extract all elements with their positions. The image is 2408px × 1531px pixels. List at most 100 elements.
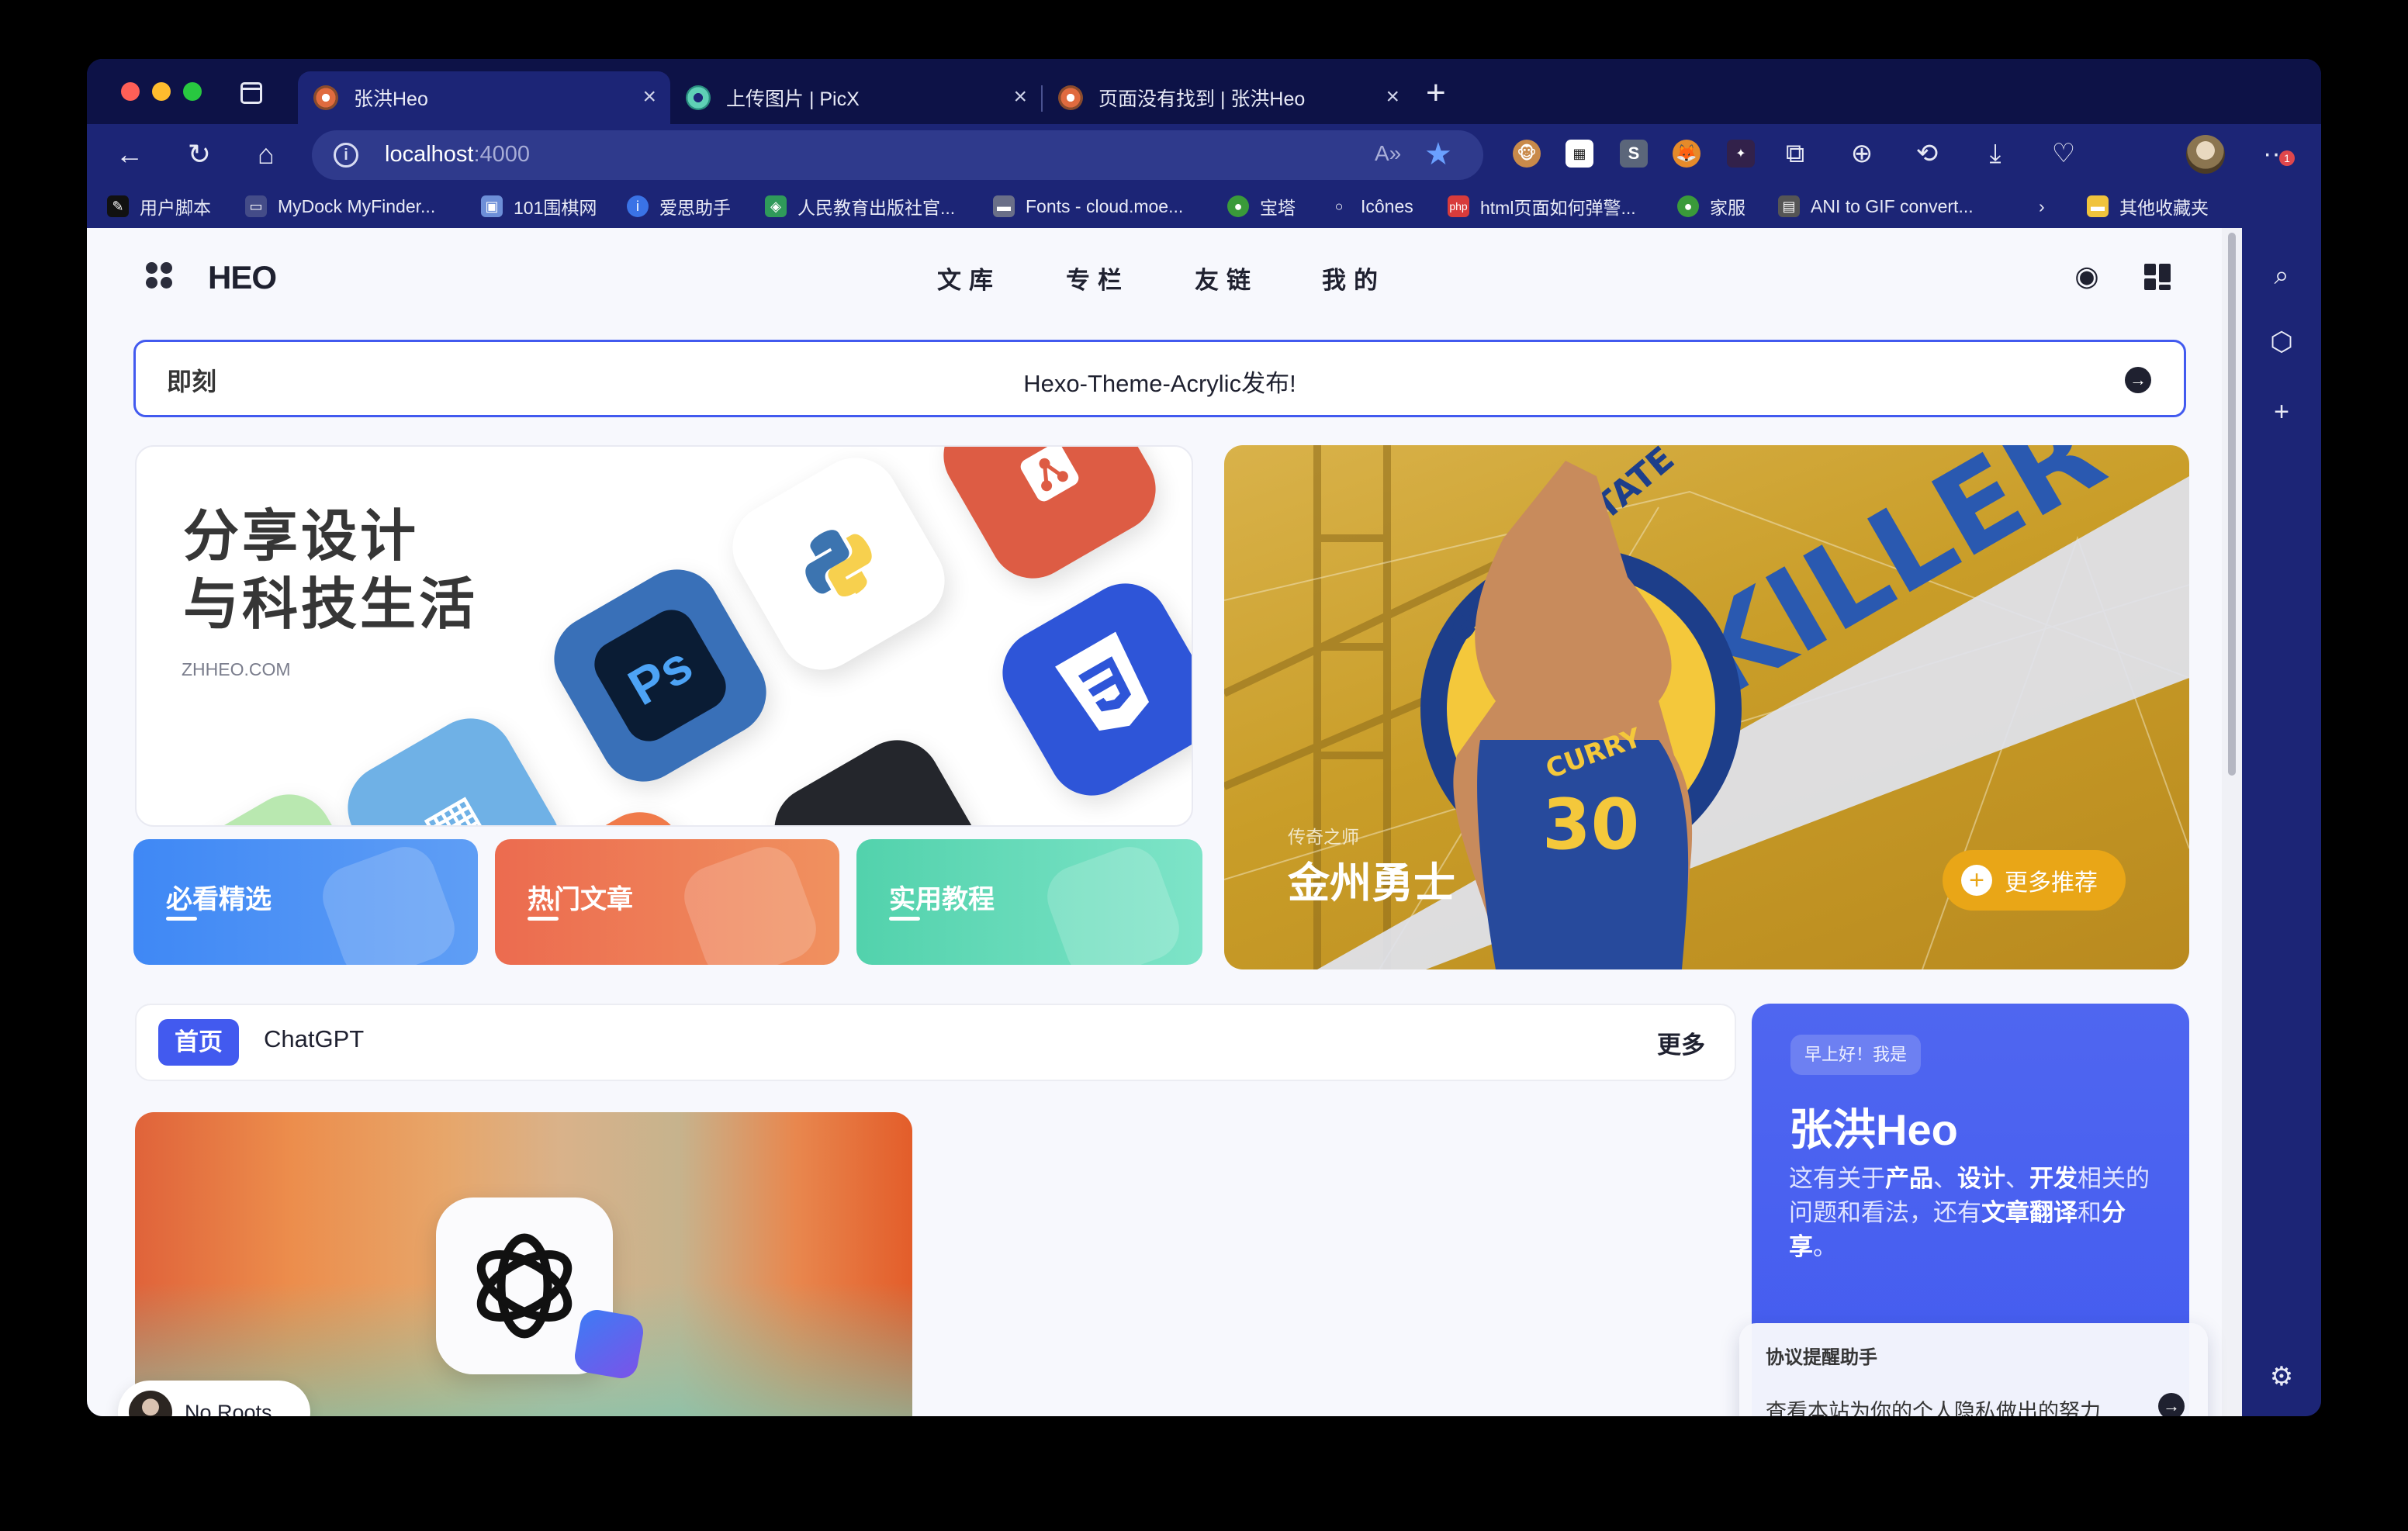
menu-dots-icon[interactable] (146, 262, 172, 289)
docker-icon: ▦ (331, 702, 576, 825)
search-icon[interactable]: ⌕ (2262, 256, 2301, 295)
bookmark-item[interactable]: ▬ Fonts - cloud.moe... (993, 192, 1183, 220)
home-icon[interactable]: ⌂ (247, 135, 285, 174)
url-text[interactable]: localhost:4000 (385, 142, 530, 168)
site-header: HEO 文库 专栏 友链 我的 ◉ (87, 228, 2220, 321)
bookmark-item[interactable]: i 爱思助手 (627, 192, 731, 220)
browser-essentials-icon[interactable]: ♡ (2046, 137, 2081, 171)
site-info-icon[interactable]: i (334, 143, 358, 168)
settings-gear-icon[interactable]: ⚙ (2262, 1357, 2301, 1396)
favorite-star-icon[interactable]: ★ (1424, 137, 1452, 172)
tab-home[interactable]: 首页 (158, 1019, 239, 1066)
bookmark-item[interactable]: ▤ ANI to GIF convert... (1778, 192, 1974, 220)
category-underline (889, 917, 920, 921)
read-aloud-icon[interactable]: A» (1375, 141, 1401, 166)
browser-window: 张洪Heo × 上传图片 | PicX × 页面没有找到 | 张洪Heo × +… (87, 59, 2321, 1416)
nav-item-mine[interactable]: 我的 (1322, 261, 1386, 295)
s-extension-icon[interactable]: S (1620, 140, 1648, 168)
back-arrow-icon[interactable]: ← (110, 135, 149, 174)
web-page: HEO 文库 专栏 友链 我的 ◉ 即刻 Hexo-Theme-Acrylic发… (87, 228, 2242, 1416)
close-tab-icon[interactable]: × (642, 85, 656, 109)
downloads-icon[interactable]: ⤓ (1978, 137, 2012, 171)
tab-zhanghongheo[interactable]: 张洪Heo × (298, 71, 670, 124)
announcement-bar[interactable]: 即刻 Hexo-Theme-Acrylic发布! → (133, 340, 2186, 417)
more-recommend-button[interactable]: + 更多推荐 (1943, 850, 2126, 911)
reload-icon[interactable]: ↻ (180, 135, 219, 174)
monkey-extension-icon[interactable]: 🐵 (1513, 140, 1541, 168)
tab-chatgpt[interactable]: ChatGPT (264, 1025, 364, 1053)
bookmark-item[interactable]: ○ Icônes (1328, 192, 1413, 220)
python-icon (716, 447, 961, 686)
tab-picx[interactable]: 上传图片 | PicX × (670, 71, 1041, 124)
category-label: 热门文章 (528, 885, 633, 914)
category-tab-bar: 首页 ChatGPT 更多 (135, 1004, 1736, 1081)
dashboard-grid-icon[interactable] (2144, 264, 2171, 290)
category-hot-posts[interactable]: 热门文章 (495, 839, 839, 965)
tab-title: 上传图片 | PicX (726, 88, 860, 110)
history-icon[interactable]: ⟲ (1910, 137, 1944, 171)
django-icon: dc (758, 724, 1003, 825)
bookmark-item[interactable]: ● 宝塔 (1227, 192, 1296, 220)
post-card[interactable] (135, 1112, 912, 1416)
greeting-badge: 早上好！我是 (1790, 1035, 1922, 1075)
announcement-text[interactable]: Hexo-Theme-Acrylic发布! (136, 364, 2184, 399)
picx-favicon-icon (686, 85, 711, 110)
scrollbar-thumb[interactable] (2228, 233, 2236, 776)
tab-actions-icon[interactable] (240, 82, 262, 104)
bookmark-item[interactable]: ▭ MyDock MyFinder... (245, 192, 435, 220)
bookmark-item[interactable]: ▣ 101围棋网 (481, 192, 597, 220)
more-link[interactable]: 更多 (1657, 1025, 1705, 1060)
popup-title: 协议提醒助手 (1766, 1347, 1877, 1368)
copilot-icon[interactable]: ⬡ (2262, 323, 2301, 361)
rss-icon[interactable]: ◉ (2070, 259, 2104, 293)
tab-strip: 张洪Heo × 上传图片 | PicX × 页面没有找到 | 张洪Heo × + (87, 59, 2321, 124)
category-deco-icon (1038, 839, 1188, 965)
extensions-icon[interactable]: ⧉ (1778, 137, 1812, 171)
hero-banner[interactable]: 分享设计与科技生活 ZHHEO.COM Ps ▦ dc (135, 445, 1193, 827)
heo-favicon-icon (1058, 85, 1083, 110)
tab-not-found[interactable]: 页面没有找到 | 张洪Heo × (1043, 71, 1413, 124)
category-must-read[interactable]: 必看精选 (133, 839, 478, 965)
privacy-popup[interactable]: 协议提醒助手 查看本站为你的个人隐私做出的努力 → (1739, 1323, 2208, 1416)
new-tab-button[interactable]: + (1426, 76, 1446, 110)
popup-text[interactable]: 查看本站为你的个人隐私做出的努力 (1766, 1394, 2101, 1416)
bookmark-item[interactable]: ● 家服 (1677, 192, 1745, 220)
metamask-extension-icon[interactable]: 🦊 (1673, 140, 1700, 168)
other-bookmarks-folder[interactable]: ▬ 其他收藏夹 (2087, 192, 2209, 220)
bookmark-item[interactable]: ◈ 人民教育出版社官... (765, 192, 955, 220)
close-window-button[interactable] (121, 82, 140, 101)
tab-title: 页面没有找到 | 张洪Heo (1098, 88, 1306, 110)
collections-icon[interactable]: ⊕ (1845, 137, 1879, 171)
category-tutorials[interactable]: 实用教程 (856, 839, 1202, 965)
arrow-right-circle-icon[interactable]: → (2158, 1393, 2185, 1416)
maximize-window-button[interactable] (183, 82, 202, 101)
close-tab-icon[interactable]: × (1013, 85, 1027, 109)
minimize-window-button[interactable] (152, 82, 171, 101)
hero-subtitle: ZHHEO.COM (182, 659, 291, 679)
close-tab-icon[interactable]: × (1386, 85, 1399, 109)
add-sidebar-icon[interactable]: + (2262, 392, 2301, 431)
qr-code-extension-icon[interactable]: ▦ (1566, 140, 1593, 168)
featured-banner[interactable]: KILLER GOLDEN STATE 30 CURRY 传奇之师 金州勇士 +… (1224, 445, 2189, 969)
nav-item-columns[interactable]: 专栏 (1066, 261, 1130, 295)
tab-title: 张洪Heo (354, 88, 428, 110)
photoshop-icon: Ps (538, 553, 783, 798)
bookmark-item[interactable]: ✎ 用户脚本 (107, 192, 211, 220)
page-scrollbar[interactable] (2222, 228, 2242, 1416)
featured-title: 金州勇士 (1288, 860, 1455, 907)
featured-subtitle: 传奇之师 (1288, 827, 1359, 847)
git-icon (927, 447, 1172, 595)
music-player[interactable]: No Roots (118, 1381, 310, 1416)
site-logo[interactable]: HEO (208, 259, 277, 296)
browser-toolbar: ← ↻ ⌂ i localhost:4000 A» ★ 🐵 ▦ S 🦊 ✦ ⧉ … (87, 124, 2321, 186)
nav-item-library[interactable]: 文库 (937, 261, 1001, 295)
address-bar[interactable]: i localhost:4000 A» ★ (312, 130, 1483, 180)
arrow-right-circle-icon[interactable]: → (2125, 367, 2151, 393)
profile-avatar[interactable] (2186, 135, 2225, 174)
bookmarks-overflow-chevron-icon[interactable]: › (2039, 192, 2045, 220)
plus-circle-icon: + (1961, 865, 1992, 896)
puzzle-app-extension-icon[interactable]: ✦ (1727, 140, 1755, 168)
bookmark-item[interactable]: php html页面如何弹警... (1448, 192, 1636, 220)
nav-item-friends[interactable]: 友链 (1195, 261, 1258, 295)
category-underline (166, 917, 197, 921)
